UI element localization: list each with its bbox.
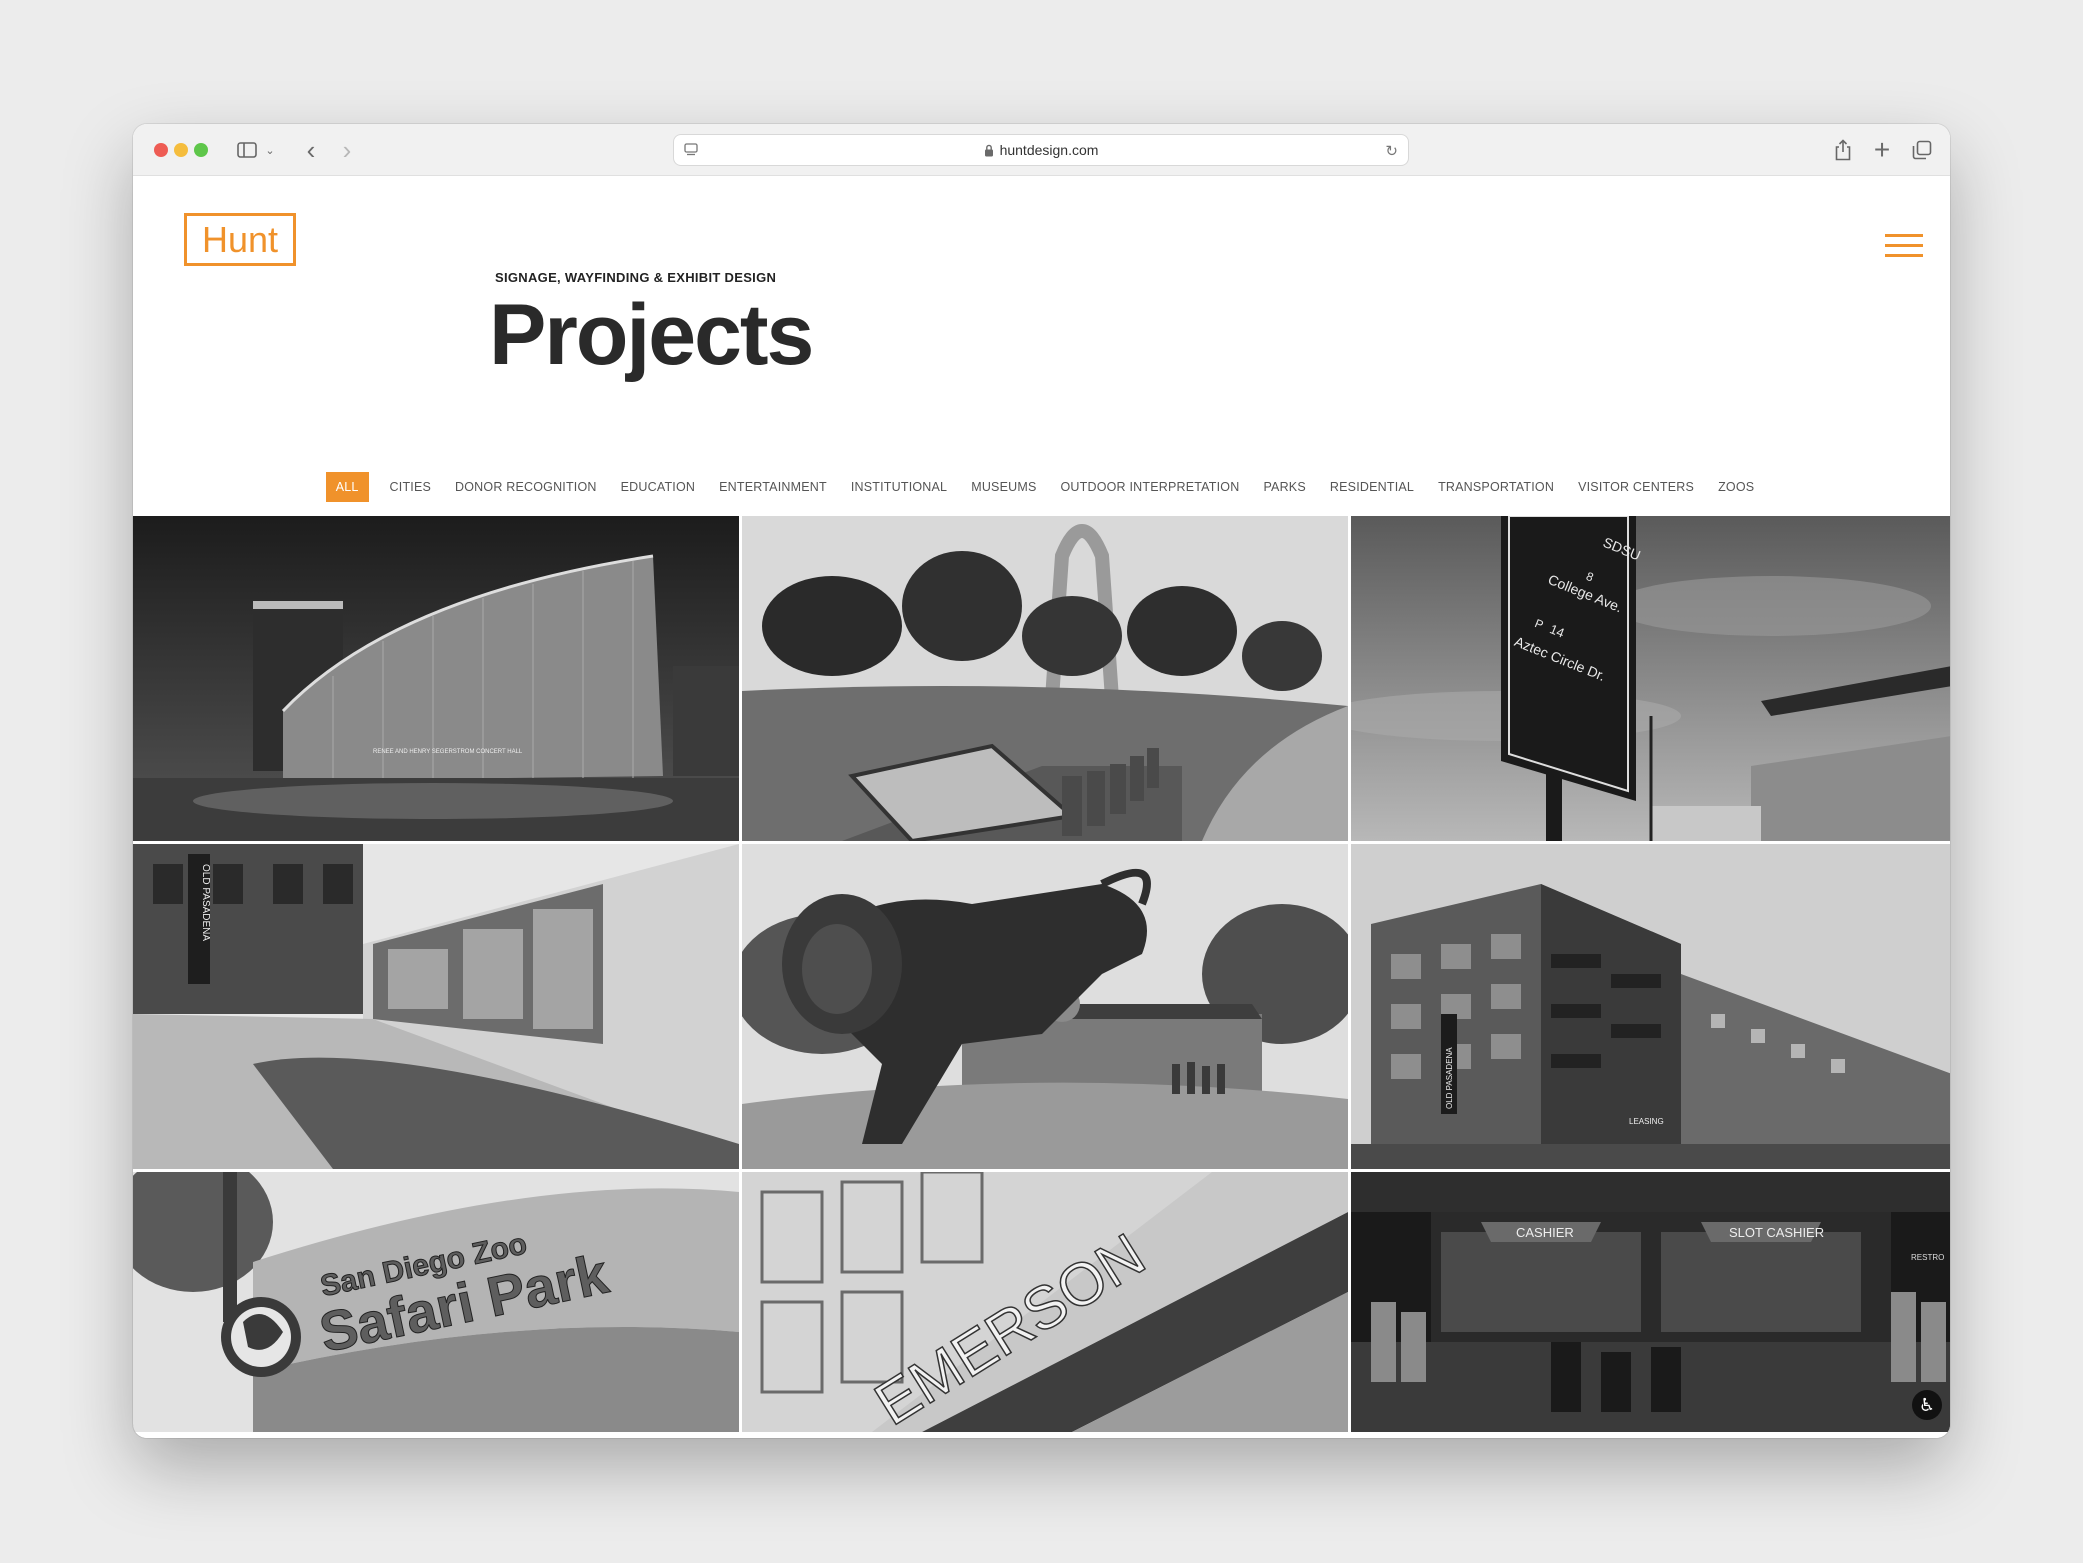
page-title: Projects <box>489 287 814 383</box>
project-grid: RENEE AND HENRY SEGERSTROM CONCERT HALL <box>133 516 1950 1438</box>
leasing-sign: LEASING <box>1629 1117 1664 1126</box>
hunt-logo[interactable]: Hunt <box>184 213 296 266</box>
minimize-window-button[interactable] <box>174 143 188 157</box>
slot-cashier-sign: SLOT CASHIER <box>1729 1225 1824 1240</box>
page-kicker: SIGNAGE, WAYFINDING & EXHIBIT DESIGN <box>495 270 777 285</box>
filter-donor-recognition[interactable]: DONOR RECOGNITION <box>452 472 600 502</box>
filter-residential[interactable]: RESIDENTIAL <box>1327 472 1417 502</box>
lock-icon <box>984 144 994 157</box>
filter-museums[interactable]: MUSEUMS <box>968 472 1039 502</box>
page-content: Hunt SIGNAGE, WAYFINDING & EXHIBIT DESIG… <box>133 176 1950 1438</box>
filter-parks[interactable]: PARKS <box>1260 472 1308 502</box>
forward-icon[interactable]: › <box>335 135 359 165</box>
accessibility-icon[interactable]: ♿ <box>1912 1390 1942 1420</box>
chevron-down-icon[interactable]: ⌄ <box>263 136 277 164</box>
project-tile-emerson[interactable]: EMERSON <box>742 1172 1348 1432</box>
project-tile-lion-statue[interactable] <box>742 844 1348 1169</box>
old-pasadena-sign-1: OLD PASADENA <box>200 864 211 941</box>
filter-visitor-centers[interactable]: VISITOR CENTERS <box>1575 472 1697 502</box>
concert-hall-sign: RENEE AND HENRY SEGERSTROM CONCERT HALL <box>373 749 523 755</box>
filter-outdoor-interpretation[interactable]: OUTDOOR INTERPRETATION <box>1058 472 1243 502</box>
filter-all[interactable]: ALL <box>325 472 369 502</box>
project-tile-old-pasadena-wall[interactable]: OLD PASADENA <box>133 844 739 1169</box>
filter-zoos[interactable]: ZOOS <box>1715 472 1757 502</box>
restroom-sign: RESTRO <box>1911 1253 1944 1262</box>
filter-transportation[interactable]: TRANSPORTATION <box>1435 472 1557 502</box>
filter-bar: ALL CITIES DONOR RECOGNITION EDUCATION E… <box>133 472 1950 502</box>
project-tile-casino-cashier[interactable]: CASHIER SLOT CASHIER RESTRO ♿ <box>1351 1172 1950 1432</box>
sidebar-icon[interactable] <box>235 136 259 164</box>
share-icon[interactable] <box>1830 136 1856 164</box>
project-tile-safari-park[interactable]: San Diego Zoo Safari Park <box>133 1172 739 1432</box>
back-icon[interactable]: ‹ <box>299 135 323 165</box>
project-tile-old-pasadena-apartments[interactable]: OLD PASADENA LEASING <box>1351 844 1950 1169</box>
hamburger-icon[interactable] <box>1885 234 1923 258</box>
address-bar[interactable]: huntdesign.com ↻ <box>673 134 1409 166</box>
filter-entertainment[interactable]: ENTERTAINMENT <box>716 472 830 502</box>
project-tile-sdsu-sign[interactable]: SDSU 8 College Ave. P 14 Aztec Circle Dr… <box>1351 516 1950 841</box>
filter-cities[interactable]: CITIES <box>387 472 434 502</box>
old-pasadena-sign-2: OLD PASADENA <box>1445 1047 1454 1109</box>
close-window-button[interactable] <box>154 143 168 157</box>
browser-toolbar: ⌄ ‹ › huntdesign.com ↻ + <box>133 124 1950 176</box>
cashier-sign: CASHIER <box>1516 1225 1574 1240</box>
project-tile-gateway-arch[interactable] <box>742 516 1348 841</box>
filter-education[interactable]: EDUCATION <box>618 472 699 502</box>
url-text: huntdesign.com <box>999 142 1099 158</box>
plus-icon[interactable]: + <box>1869 134 1895 165</box>
tabs-icon[interactable] <box>1909 136 1935 164</box>
reload-icon[interactable]: ↻ <box>1385 142 1398 160</box>
project-tile-concert-hall[interactable]: RENEE AND HENRY SEGERSTROM CONCERT HALL <box>133 516 739 841</box>
browser-window: ⌄ ‹ › huntdesign.com ↻ + Hunt SIGNAGE, W… <box>133 124 1950 1438</box>
zoom-window-button[interactable] <box>194 143 208 157</box>
page-menu-icon[interactable] <box>684 143 698 160</box>
filter-institutional[interactable]: INSTITUTIONAL <box>848 472 950 502</box>
